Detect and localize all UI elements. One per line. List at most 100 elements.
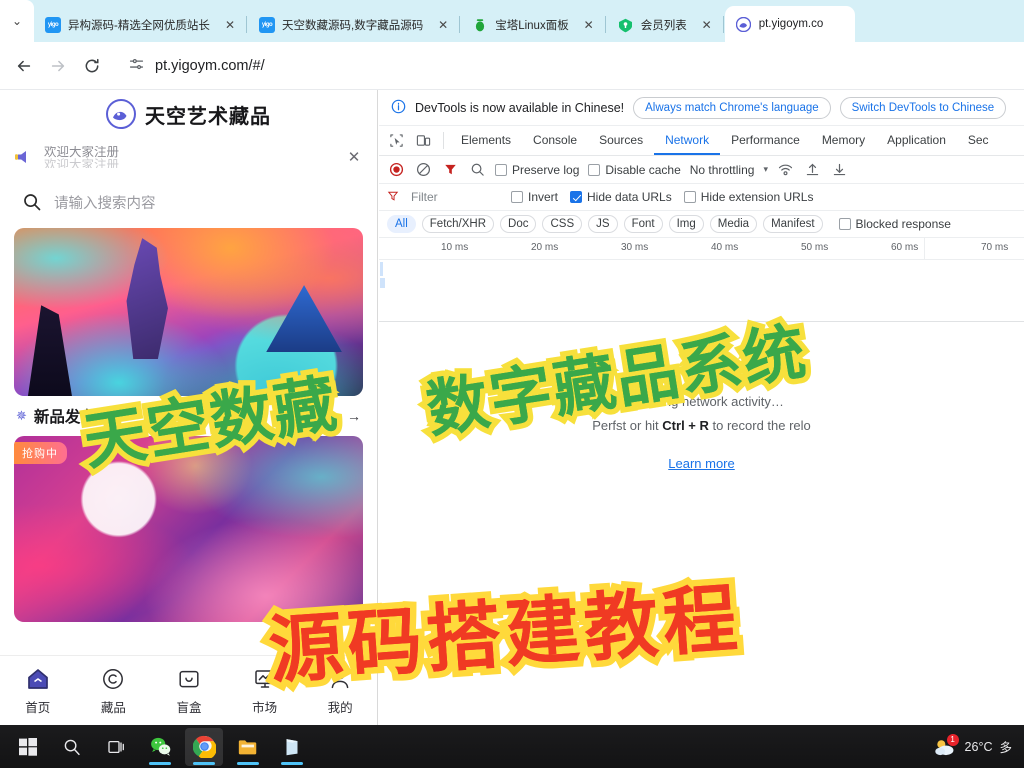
chip-fetch-xhr[interactable]: Fetch/XHR xyxy=(421,215,495,233)
throttling-select[interactable]: No throttling xyxy=(690,163,755,177)
partly-cloudy-icon[interactable]: 1 xyxy=(932,733,959,758)
page-title: 天空艺术藏品 xyxy=(145,105,271,128)
wechat-button[interactable] xyxy=(141,728,179,766)
browser-tab-3[interactable]: 宝塔Linux面板 ✕ xyxy=(461,8,604,42)
file-explorer-button[interactable] xyxy=(229,728,267,766)
start-button[interactable] xyxy=(9,728,47,766)
browser-tab-2[interactable]: yigo 天空数藏源码,数字藏品源码 ✕ xyxy=(248,8,458,42)
chip-font[interactable]: Font xyxy=(623,215,663,233)
device-toolbar-icon[interactable] xyxy=(410,126,437,155)
sky-cloud-logo-icon xyxy=(106,99,136,129)
overview-bar xyxy=(380,262,383,276)
chevron-down-icon[interactable]: ▾ xyxy=(763,164,768,175)
disable-cache-checkbox[interactable]: Disable cache xyxy=(588,163,681,177)
blocked-responses-checkbox[interactable]: Blocked response xyxy=(838,217,951,231)
browser-tab-5-active[interactable]: pt.yigoym.co xyxy=(724,6,855,42)
hide-data-urls-checkbox[interactable]: Hide data URLs xyxy=(570,190,672,204)
preserve-log-label: Preserve log xyxy=(512,162,580,177)
box-icon xyxy=(176,666,202,692)
tab-console[interactable]: Console xyxy=(522,126,588,155)
notification-badge: 1 xyxy=(946,733,959,746)
tab-mine[interactable]: 我的 xyxy=(302,656,377,725)
app-bottom-tabbar: 首页 藏品 盲盒 市场 我的 xyxy=(0,655,377,725)
close-icon[interactable]: ✕ xyxy=(698,16,716,34)
close-icon[interactable]: ✕ xyxy=(434,16,452,34)
tab-label: 首页 xyxy=(25,700,51,715)
chrome-button[interactable] xyxy=(185,727,223,766)
chip-doc[interactable]: Doc xyxy=(500,215,537,233)
tab-performance[interactable]: Performance xyxy=(720,126,811,155)
product-card[interactable]: 抢购中 xyxy=(14,436,363,622)
reload-button[interactable] xyxy=(76,50,108,82)
tab-network[interactable]: Network xyxy=(654,126,721,155)
browser-tab-title: pt.yigoym.co xyxy=(758,18,824,30)
tab-blindbox[interactable]: 盲盒 xyxy=(151,656,227,725)
filter-input[interactable]: Filter xyxy=(411,190,499,204)
funnel-icon xyxy=(387,190,399,205)
site-settings-icon[interactable] xyxy=(128,56,145,76)
tab-elements[interactable]: Elements xyxy=(450,126,522,155)
chip-media[interactable]: Media xyxy=(709,215,758,233)
tab-search-chevron-icon[interactable]: ⌄ xyxy=(0,0,34,42)
home-icon xyxy=(25,666,51,692)
wifi-settings-icon[interactable] xyxy=(777,161,795,179)
clear-icon[interactable] xyxy=(414,161,432,179)
browser-tab-title: 天空数藏源码,数字藏品源码 xyxy=(282,20,424,32)
chip-js[interactable]: JS xyxy=(588,215,618,233)
invert-checkbox[interactable]: Invert xyxy=(511,190,558,204)
inspect-element-icon[interactable] xyxy=(383,126,410,155)
empty-shortcut: Ctrl + R xyxy=(662,418,709,433)
network-toolbar: Preserve log Disable cache No throttling… xyxy=(379,156,1024,184)
empty-state-line-2: Perfst or hit Ctrl + R to record the rel… xyxy=(379,414,1024,438)
tab-label: 市场 xyxy=(252,700,278,715)
tab-home[interactable]: 首页 xyxy=(0,656,76,725)
see-more-link[interactable]: 查看更多 xyxy=(286,407,336,426)
record-icon[interactable] xyxy=(387,161,405,179)
chip-img[interactable]: Img xyxy=(668,215,704,233)
chip-css[interactable]: CSS xyxy=(542,215,583,233)
hide-extension-urls-checkbox[interactable]: Hide extension URLs xyxy=(683,190,813,204)
tab-memory[interactable]: Memory xyxy=(811,126,876,155)
back-button[interactable] xyxy=(8,50,40,82)
tab-security[interactable]: Sec xyxy=(957,126,1000,155)
export-har-icon[interactable] xyxy=(831,161,849,179)
close-icon[interactable]: ✕ xyxy=(221,16,239,34)
checkbox-box xyxy=(495,163,507,176)
close-icon[interactable]: ✕ xyxy=(580,16,598,34)
search-input[interactable]: 请输入搜索内容 xyxy=(0,176,377,228)
arrow-right-icon[interactable]: → xyxy=(347,408,361,424)
tab-collection[interactable]: 藏品 xyxy=(76,656,152,725)
task-view-button[interactable] xyxy=(97,728,135,766)
browser-tab-1[interactable]: yigo 异构源码-精选全网优质站长… ✕ xyxy=(34,8,245,42)
empty-state-learn-more[interactable]: Learn more xyxy=(379,452,1024,476)
chip-all[interactable]: All xyxy=(387,215,416,233)
yigo-icon: yigo xyxy=(259,17,275,33)
network-overview-pane[interactable] xyxy=(379,260,1024,322)
preserve-log-checkbox[interactable]: Preserve log xyxy=(495,163,579,177)
network-empty-state: Recording network activity… Perfst or hi… xyxy=(379,390,1024,476)
tab-divider xyxy=(459,16,461,33)
devtools-language-infobar: DevTools is now available in Chinese! Al… xyxy=(379,90,1024,126)
search-icon[interactable] xyxy=(468,161,486,179)
browser-tab-4[interactable]: 会员列表 ✕ xyxy=(607,8,722,42)
tab-sources[interactable]: Sources xyxy=(588,126,654,155)
empty-mid: st or hit xyxy=(616,418,663,433)
filter-icon[interactable] xyxy=(441,161,459,179)
import-har-icon[interactable] xyxy=(804,161,822,179)
learn-more-link[interactable]: Learn more xyxy=(668,456,734,471)
switch-devtools-language-button[interactable]: Switch DevTools to Chinese xyxy=(839,96,1007,119)
forward-button[interactable] xyxy=(42,50,74,82)
store-button[interactable] xyxy=(273,728,311,766)
address-bar[interactable]: pt.yigoym.com/#/ xyxy=(116,50,1016,82)
checkbox-box xyxy=(683,191,696,203)
hero-banner-image[interactable] xyxy=(14,228,363,396)
user-icon xyxy=(327,666,353,692)
close-icon[interactable]: ✕ xyxy=(345,148,363,166)
taskbar-search-button[interactable] xyxy=(53,728,91,766)
chip-manifest[interactable]: Manifest xyxy=(763,215,823,233)
always-match-language-button[interactable]: Always match Chrome's language xyxy=(633,96,831,119)
tab-application[interactable]: Application xyxy=(876,126,957,155)
browser-toolbar: pt.yigoym.com/#/ xyxy=(0,42,1024,90)
shield-icon xyxy=(618,17,634,33)
tab-market[interactable]: 市场 xyxy=(227,656,303,725)
